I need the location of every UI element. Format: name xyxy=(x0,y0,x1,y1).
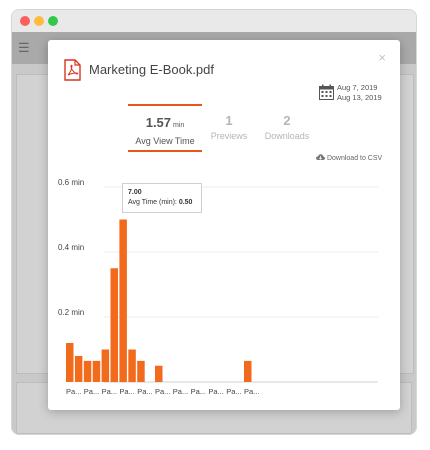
chart-bar xyxy=(66,343,74,382)
date-range: Aug 7, 2019 Aug 13, 2019 xyxy=(337,83,382,103)
chart-bar xyxy=(155,365,163,382)
x-tick-label: Pa... xyxy=(66,387,81,396)
calendar-icon xyxy=(319,84,334,100)
avg-view-time-unit: min xyxy=(172,122,185,129)
previews-value: 1 xyxy=(225,113,233,128)
menu-icon[interactable]: ☰ xyxy=(18,41,30,54)
download-csv-label: Download to CSV xyxy=(326,155,383,162)
downloads-value: 2 xyxy=(283,113,291,128)
chart-bar xyxy=(128,349,136,382)
x-tick-label: Pa... xyxy=(191,387,206,396)
chart-bar xyxy=(92,360,101,382)
x-tick-label: Pa... xyxy=(102,387,117,396)
tab-avg-view-time[interactable]: 1.57 min Avg View Time xyxy=(128,104,202,152)
x-tick-label: Pa... xyxy=(155,387,170,396)
previews-label: Previews xyxy=(210,131,248,141)
y-tick-label: 0.6 min xyxy=(58,178,84,187)
stats-tabs: 1.57 min Avg View Time 1 Previews 2 Down… xyxy=(128,104,318,154)
downloads-label: Downloads xyxy=(264,131,310,141)
chart-tooltip: 7.00 Avg Time (min): 0.50 xyxy=(122,183,202,213)
tooltip-value: 0.50 xyxy=(178,199,193,206)
avg-view-time-value: 1.57 xyxy=(145,115,172,130)
x-tick-label: Pa... xyxy=(173,387,188,396)
chart-bar xyxy=(101,349,110,382)
chart-bar xyxy=(74,356,83,382)
avg-view-time-label: Avg View Time xyxy=(135,136,195,146)
chart-bar xyxy=(137,360,145,382)
y-tick-label: 0.2 min xyxy=(58,308,84,317)
chart-bar xyxy=(244,360,252,382)
x-tick-label: Pa... xyxy=(244,387,259,396)
tooltip-page: 7.00 xyxy=(128,189,142,196)
x-tick-label: Pa... xyxy=(137,387,152,396)
pdf-file-icon xyxy=(64,59,81,81)
cloud-download-icon xyxy=(316,154,325,160)
document-analytics-modal: × Marketing E-Book.pdf Aug 7, 2019 Aug 1… xyxy=(48,40,400,410)
document-filename: Marketing E-Book.pdf xyxy=(89,62,215,77)
x-tick-label: Pa... xyxy=(119,387,134,396)
chart-bar xyxy=(83,360,92,382)
date-end: Aug 13, 2019 xyxy=(337,93,382,102)
x-tick-label: Pa... xyxy=(208,387,223,396)
maximize-window-button[interactable] xyxy=(48,16,58,26)
close-icon[interactable]: × xyxy=(378,51,386,64)
tooltip-series-label: Avg Time (min): xyxy=(128,199,179,206)
tab-downloads[interactable]: 2 Downloads xyxy=(256,104,318,152)
download-csv-link[interactable]: Download to CSV xyxy=(316,154,382,162)
chart-bar xyxy=(110,268,118,382)
close-window-button[interactable] xyxy=(20,16,30,26)
x-tick-label: Pa... xyxy=(84,387,99,396)
date-start: Aug 7, 2019 xyxy=(337,83,378,92)
minimize-window-button[interactable] xyxy=(34,16,44,26)
avg-view-time-chart: 0.2 min0.4 min0.6 minPa... Pa... Pa... Pa..… xyxy=(58,178,378,396)
tab-previews[interactable]: 1 Previews xyxy=(204,104,254,152)
x-tick-label: Pa... xyxy=(226,387,241,396)
y-tick-label: 0.4 min xyxy=(58,243,84,252)
window-titlebar xyxy=(12,10,416,32)
chart-bar xyxy=(119,219,127,382)
